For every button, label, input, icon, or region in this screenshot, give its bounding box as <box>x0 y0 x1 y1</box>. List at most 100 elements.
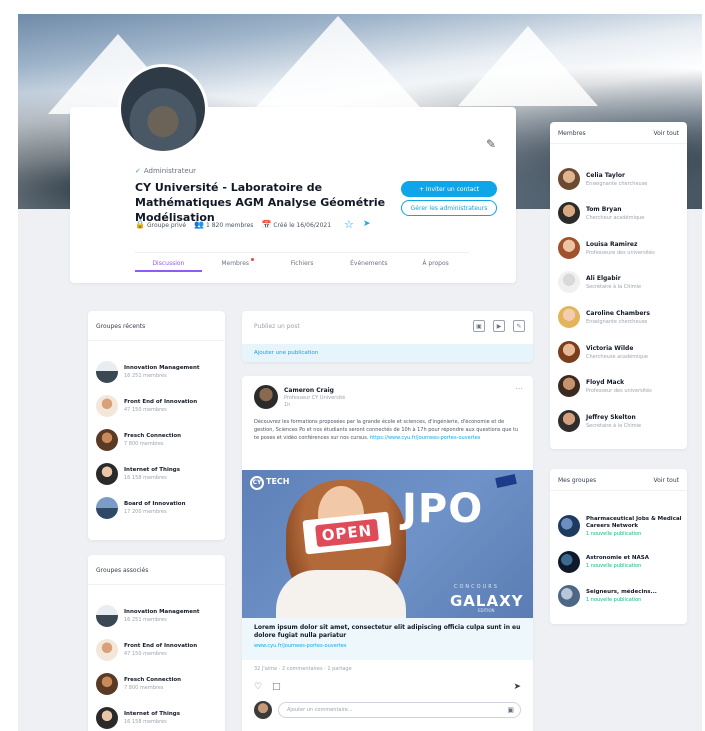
edit-post-icon[interactable]: ✎ <box>513 320 525 332</box>
group-item[interactable]: Front End of Innovation 47 150 membres <box>96 395 197 417</box>
more-options-icon[interactable]: ⋯ <box>515 384 523 393</box>
share-icon[interactable]: ➤ <box>363 219 371 229</box>
edit-icon[interactable]: ✎ <box>486 137 500 151</box>
avatar <box>558 306 580 328</box>
group-item[interactable]: Astronomie et NASA 1 nouvelle publication <box>558 551 683 573</box>
recent-groups-title: Groupes récents <box>96 323 146 330</box>
post-stats: 32 J'aime · 2 commentaires · 1 partage <box>254 666 352 672</box>
cy-tech-logo: CY TECH <box>250 476 290 490</box>
post-text: Découvrez les formations proposées par l… <box>254 419 519 441</box>
group-item[interactable]: Innovation Management 16 251 membres <box>96 361 200 383</box>
avatar <box>96 707 118 729</box>
member-item[interactable]: Floyd Mack Professeur des universités <box>558 375 652 397</box>
star-icon[interactable]: ☆ <box>344 218 354 231</box>
post-image[interactable]: CY TECH OPEN JPO CONCOURS GALAXY EDITION <box>242 470 533 618</box>
avatar <box>96 463 118 485</box>
group-title: CY Université - Laboratoire de Mathémati… <box>135 181 386 224</box>
tab-files[interactable]: Fichiers <box>269 253 336 272</box>
avatar <box>96 395 118 417</box>
preview-url[interactable]: www.cyu.fr/journees-portes-ouvertes <box>254 643 521 649</box>
add-publication-bar[interactable]: Ajouter une publication <box>242 344 533 362</box>
check-icon: ✓ <box>135 167 141 175</box>
admin-badge: ✓ Administrateur <box>135 167 197 175</box>
avatar <box>96 605 118 627</box>
video-icon[interactable]: ▶ <box>493 320 505 332</box>
my-groups-see-all-link[interactable]: Voir tout <box>653 477 679 484</box>
member-item[interactable]: Louisa Ramirez Professeure des université… <box>558 237 655 259</box>
recent-groups-card: Groupes récents Innovation Management 16 … <box>88 311 225 540</box>
graduation-cap-icon <box>495 474 517 488</box>
page-frame: ✎ ✓ Administrateur CY Université - Labora… <box>18 14 702 731</box>
avatar <box>558 375 580 397</box>
associated-groups-title: Groupes associés <box>96 567 149 574</box>
group-item[interactable]: Fresch Connection 7 800 membres <box>96 429 181 451</box>
avatar <box>558 515 580 537</box>
calendar-icon: 📅 <box>261 220 272 229</box>
group-item[interactable]: Internet of Things 16 158 membres <box>96 463 180 485</box>
member-item[interactable]: Jeffrey Skelton Secrétaire à la Chimie <box>558 410 641 432</box>
member-item[interactable]: Caroline Chambers Enseignante chercheuse <box>558 306 650 328</box>
associated-groups-card: Groupes associés Innovation Management 16… <box>88 555 225 731</box>
avatar <box>558 168 580 190</box>
jpo-text: JPO <box>402 486 484 532</box>
group-item[interactable]: Fresch Connection 7 800 membres <box>96 673 181 695</box>
avatar <box>558 410 580 432</box>
avatar <box>96 497 118 519</box>
manage-admins-button[interactable]: Gérer les administrateurs <box>401 200 497 216</box>
group-item[interactable]: Board of Innovation 17 200 membres <box>96 497 186 519</box>
group-tabs: Discussion Membres Fichiers Événements À… <box>135 252 469 272</box>
concours-text: CONCOURS <box>454 584 499 590</box>
member-item[interactable]: Ali Elgabir Secrétaire à la Chimie <box>558 271 641 293</box>
members-see-all-link[interactable]: Voir tout <box>653 130 679 137</box>
post-author[interactable]: Cameron Craig <box>284 387 334 394</box>
avatar <box>558 237 580 259</box>
post-actions: ♡ □ ➤ <box>254 682 521 692</box>
avatar <box>558 271 580 293</box>
comment-icon[interactable]: □ <box>272 682 281 692</box>
post-time: 1h <box>284 402 291 408</box>
member-item[interactable]: Celia Taylor Enseignante chercheuse <box>558 168 647 190</box>
tab-members[interactable]: Membres <box>202 253 269 272</box>
share-post-icon[interactable]: ➤ <box>513 682 521 692</box>
associated-groups-header: Groupes associés <box>88 555 225 585</box>
post-link-preview[interactable]: Lorem ipsum dolor sit amet, consectetur … <box>242 618 533 660</box>
invite-contact-button[interactable]: + Inviter un contact <box>401 181 497 197</box>
group-meta: 🔒 Groupe privé 👥 1 820 membres 📅 Créé le 16… <box>135 220 331 229</box>
author-avatar[interactable] <box>254 385 278 409</box>
avatar <box>558 551 580 573</box>
group-item[interactable]: Internet of Things 16 158 membres <box>96 707 180 729</box>
post-input[interactable]: Publiez un post <box>254 323 300 330</box>
image-icon[interactable]: ▣ <box>473 320 485 332</box>
my-groups-title: Mes groupes <box>558 477 597 484</box>
group-item[interactable]: Front End of Innovation 47 150 membres <box>96 639 197 661</box>
tab-events[interactable]: Événements <box>335 253 402 272</box>
post-author-org: Professeur CY Université <box>284 395 346 401</box>
my-groups-header: Mes groupes Voir tout <box>550 469 687 491</box>
tab-about[interactable]: À propos <box>402 253 469 272</box>
emoji-icon[interactable]: ▣ <box>507 706 514 714</box>
like-icon[interactable]: ♡ <box>254 682 262 692</box>
post-card: Cameron Craig Professeur CY Université 1… <box>242 376 533 731</box>
group-item[interactable]: Innovation Management 16 251 membres <box>96 605 200 627</box>
post-link[interactable]: https://www.cyu.fr/journees-portes-ouver… <box>370 435 480 441</box>
preview-title: Lorem ipsum dolor sit amet, consectetur … <box>254 624 521 639</box>
member-item[interactable]: Tom Bryan Chercheur académique <box>558 202 644 224</box>
privacy-info: 🔒 Groupe privé <box>135 220 187 229</box>
avatar <box>558 202 580 224</box>
avatar <box>96 361 118 383</box>
recent-groups-header: Groupes récents <box>88 311 225 341</box>
creation-info: 📅 Créé le 16/06/2021 <box>261 220 332 229</box>
avatar <box>96 673 118 695</box>
my-groups-card: Mes groupes Voir tout Pharmaceutical Job… <box>550 469 687 624</box>
group-item[interactable]: Seigneurs, médecins... 1 nouvelle publica… <box>558 585 683 607</box>
notification-dot <box>251 258 255 261</box>
avatar <box>96 639 118 661</box>
edition-text: EDITION <box>478 608 495 613</box>
avatar <box>558 585 580 607</box>
user-avatar <box>254 701 272 719</box>
member-item[interactable]: Victoria Wilde Chercheuse académique <box>558 341 648 363</box>
tab-discussion[interactable]: Discussion <box>135 253 202 272</box>
comment-input[interactable]: Ajouter un commentaire... ▣ <box>278 702 521 718</box>
group-avatar <box>118 64 208 154</box>
group-item[interactable]: Pharmaceutical Jobs & Medical Careers Ne… <box>558 515 683 537</box>
